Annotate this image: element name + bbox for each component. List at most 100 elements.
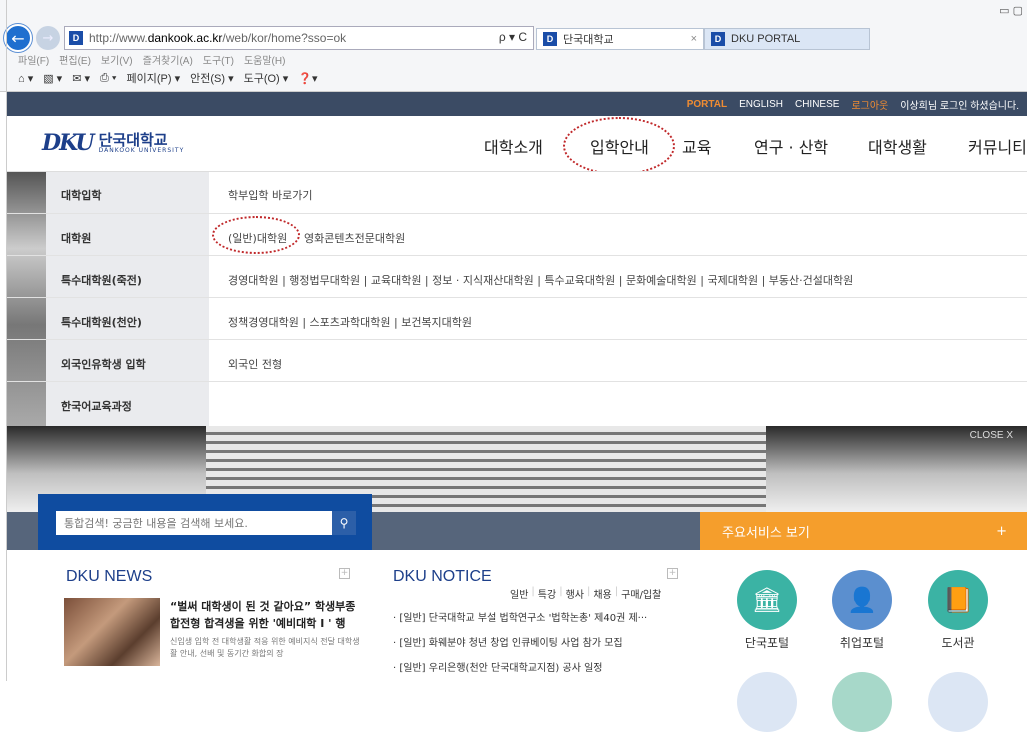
login-greeting: 이상희님 로그인 하셨습니다. (900, 100, 1019, 112)
mega-cat-special-cheonan[interactable]: 특수대학원(천안) (61, 314, 142, 330)
forward-arrow-icon: → (42, 30, 54, 46)
safety-menu[interactable]: 안전(S) ▾ (190, 70, 233, 86)
person-icon[interactable]: 👤 (832, 570, 892, 630)
tab-lecture[interactable]: 특강 (538, 586, 556, 601)
menu-help[interactable]: 도움말(H) (244, 52, 285, 67)
tab-event[interactable]: 행사 (566, 586, 584, 601)
address-bar[interactable]: D http://www. dankook.ac.kr/web/kor/home?… (64, 26, 534, 50)
chinese-link[interactable]: CHINESE (795, 99, 839, 110)
logo-english: DANKOOK UNIVERSITY (98, 146, 185, 154)
tab-favicon-icon: D (711, 32, 725, 46)
portal-link[interactable]: PORTAL (687, 99, 727, 110)
nav-about[interactable]: 대학소개 (484, 134, 543, 158)
search-input[interactable] (56, 511, 332, 535)
feeds-icon[interactable]: ▧ ▾ (43, 72, 62, 85)
site-logo[interactable]: DKU 단국대학교 DANKOOK UNIVERSITY (42, 130, 184, 156)
service-label-career[interactable]: 취업포털 (822, 634, 902, 651)
mega-link-undergrad[interactable]: 학부입학 바로가기 (228, 187, 312, 203)
tab-label: DKU PORTAL (731, 33, 801, 45)
book-icon[interactable]: 📙 (928, 570, 988, 630)
tab-purchase[interactable]: 구매/입찰 (621, 586, 661, 601)
tab-separator: | (559, 586, 563, 597)
mega-row: 대학입학 학부입학 바로가기 (6, 172, 1027, 214)
menu-file[interactable]: 파일(F) (18, 52, 49, 67)
news-more-icon[interactable]: + (339, 568, 350, 579)
window-edge (6, 0, 7, 681)
services-bar[interactable]: 주요서비스 보기 + (700, 512, 1027, 550)
forward-button[interactable]: → (36, 26, 60, 50)
highlight-circle-admission (563, 117, 675, 175)
plus-icon: + (996, 523, 1007, 539)
menu-view[interactable]: 보기(V) (101, 52, 133, 67)
close-tab-icon[interactable]: × (691, 33, 697, 45)
tab-dku-portal[interactable]: D DKU PORTAL (704, 28, 870, 50)
english-link[interactable]: ENGLISH (739, 99, 783, 110)
nav-education[interactable]: 교육 (682, 134, 711, 158)
nav-community[interactable]: 커뮤니티 (968, 134, 1027, 158)
notice-tabs: 일반 | 특강 | 행사 | 채용 | 구매/입찰 (510, 586, 661, 601)
tab-general[interactable]: 일반 (510, 586, 528, 601)
notice-item[interactable]: · [일반] 화웨분야 청년 창업 인큐베이팅 사업 참가 모집 (393, 634, 623, 649)
tab-label: 단국대학교 (563, 34, 614, 46)
mega-row: 특수대학원(죽전) 경영대학원 | 행정법무대학원 | 교육대학원 | 정보 ·… (6, 256, 1027, 298)
mail-icon[interactable]: ✉ ▾ (72, 72, 90, 85)
building-icon[interactable]: 🏛 (737, 570, 797, 630)
mega-link-film-grad[interactable]: 영화콘텐츠전문대학원 (304, 230, 405, 246)
notice-item[interactable]: · [일반] 우리은행(천안 단국대학교지점) 공사 일정 (393, 659, 602, 674)
mega-cat-korean-lang[interactable]: 한국어교육과정 (61, 398, 132, 414)
service-label-library[interactable]: 도서관 (918, 634, 998, 651)
page-menu[interactable]: 페이지(P) ▾ (127, 70, 181, 86)
news-title-prefix: DKU (66, 568, 105, 585)
mega-cat-foreign[interactable]: 외국인유학생 입학 (61, 356, 146, 372)
notice-title: DKU NOTICE (393, 568, 492, 586)
home-icon[interactable]: ⌂ ▾ (18, 72, 33, 85)
menu-tools[interactable]: 도구(T) (203, 52, 234, 67)
news-headline[interactable]: “벌써 대학생이 된 것 같아요” 학생부종합전형 합격생을 위한 '예비대학 … (170, 598, 360, 632)
mega-links-special-cheonan[interactable]: 정책경영대학원 | 스포츠과학대학원 | 보건복지대학원 (228, 314, 472, 330)
notice-item[interactable]: · [일반] 단국대학교 부설 법학연구소 '법학논총' 제40권 제··· (393, 609, 647, 624)
close-menu-button[interactable]: CLOSE X (970, 430, 1013, 441)
news-photo[interactable] (64, 598, 160, 666)
news-title: DKU NEWS (66, 568, 152, 586)
news-description: 신입생 입학 전 대학생활 적응 위한 예비지식 전달 대학생활 안내, 선배 … (170, 637, 360, 658)
service-icon-partial[interactable] (737, 672, 797, 732)
notice-more-icon[interactable]: + (667, 568, 678, 579)
tab-recruit[interactable]: 채용 (593, 586, 611, 601)
search-button[interactable]: ⚲ (332, 511, 356, 535)
tab-separator: | (586, 586, 591, 597)
service-icon-partial[interactable] (832, 672, 892, 732)
service-icon-partial[interactable] (928, 672, 988, 732)
menu-bar: 파일(F) 편집(E) 보기(V) 즐겨찾기(A) 도구(T) 도움말(H) (18, 52, 285, 67)
tools-menu[interactable]: 도구(O) ▾ (244, 70, 289, 86)
url-prefix: http://www. (89, 31, 148, 45)
tab-dankook[interactable]: D 단국대학교 × (536, 28, 704, 50)
mega-row: 외국인유학생 입학 외국인 전형 (6, 340, 1027, 382)
help-icon[interactable]: ❓▾ (298, 72, 317, 85)
window-controls[interactable]: ▭ ▢ (999, 4, 1023, 17)
logo-korean: 단국대학교 (98, 130, 168, 149)
mega-link-foreign[interactable]: 외국인 전형 (228, 356, 282, 372)
print-icon[interactable]: ⎙ ▾ (100, 72, 116, 85)
address-row: ← → D http://www. dankook.ac.kr/web/kor/h… (0, 22, 1027, 52)
mega-row: 대학원 (일반)대학원 영화콘텐츠전문대학원 (6, 214, 1027, 256)
logout-link[interactable]: 로그아웃 (851, 97, 888, 112)
nav-research[interactable]: 연구 · 산학 (754, 134, 828, 158)
url-domain: dankook.ac.kr (147, 31, 223, 45)
service-label-portal[interactable]: 단국포털 (727, 634, 807, 651)
notice-title-main: NOTICE (431, 568, 492, 585)
mega-cat-undergrad[interactable]: 대학입학 (61, 187, 101, 203)
mega-cat-special-jukjeon[interactable]: 특수대학원(죽전) (61, 272, 142, 288)
news-title-main: NEWS (104, 568, 153, 585)
back-button[interactable]: ← (4, 24, 32, 52)
mega-links-special-jukjeon[interactable]: 경영대학원 | 행정법무대학원 | 교육대학원 | 정보 · 지식재산대학원 |… (228, 272, 853, 288)
mega-row: 한국어교육과정 (6, 382, 1027, 424)
menu-edit[interactable]: 편집(E) (59, 52, 91, 67)
mega-cat-graduate[interactable]: 대학원 (61, 230, 91, 246)
menu-favorites[interactable]: 즐겨찾기(A) (143, 52, 193, 67)
site-header: DKU 단국대학교 DANKOOK UNIVERSITY 대학소개 입학안내 교… (6, 116, 1027, 175)
command-bar: ⌂ ▾ ▧ ▾ ✉ ▾ ⎙ ▾ 페이지(P) ▾ 안전(S) ▾ 도구(O) ▾… (18, 70, 318, 86)
nav-campus-life[interactable]: 대학생활 (868, 134, 927, 158)
mega-row: 특수대학원(천안) 정책경영대학원 | 스포츠과학대학원 | 보건복지대학원 (6, 298, 1027, 340)
address-controls[interactable]: ρ ▾ C (499, 30, 527, 44)
admission-mega-menu: 대학입학 학부입학 바로가기 대학원 (일반)대학원 영화콘텐츠전문대학원 특수… (6, 171, 1027, 427)
